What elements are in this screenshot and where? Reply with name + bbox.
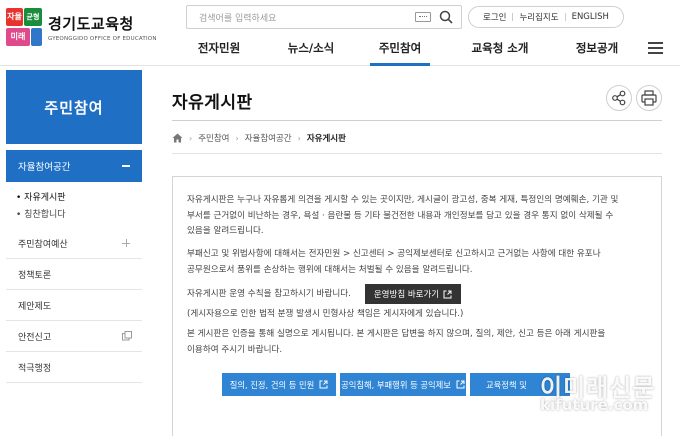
- share-icon: [612, 90, 626, 106]
- sitemap-link[interactable]: 누리집지도: [513, 11, 564, 23]
- sidebar-banner: 주민참여: [6, 70, 142, 144]
- sidebar-sub-list: • 자유게시판 • 칭찬합니다: [6, 182, 142, 228]
- hamburger-menu-icon[interactable]: [648, 42, 663, 54]
- share-button[interactable]: [606, 85, 632, 111]
- expand-icon: [122, 239, 130, 247]
- site-logo[interactable]: 자율 균형 미래 경기도교육청 GYEONGGIDO OFFICE OF EDU…: [6, 7, 157, 47]
- sidebar-sub-item-praise[interactable]: • 칭찬합니다: [16, 207, 142, 224]
- breadcrumb-item[interactable]: 주민참여: [198, 132, 229, 144]
- title-divider: [172, 120, 662, 121]
- notice-paragraph-2: 부패신고 및 위법사항에 대해서는 전자민원 > 신고센터 > 공익제보센터로 …: [187, 249, 601, 275]
- public-interest-report-button[interactable]: 공익침해, 부패행위 등 공익제보: [340, 373, 466, 396]
- utility-links: 로그인 누리집지도 ENGLISH: [468, 6, 624, 28]
- notice-paragraph-4: (게시자용으로 인한 법적 분쟁 발생시 민형사상 책임은 게시자에게 있습니다…: [187, 309, 464, 319]
- new-window-icon: [122, 331, 132, 341]
- sidebar-sub-item-free-board[interactable]: • 자유게시판: [16, 190, 142, 207]
- sidebar-menu: 자율참여공간 • 자유게시판 • 칭찬합니다 주민참여예산 정책토론 제안제도 …: [6, 150, 142, 383]
- logo-mark-jayul: 자율: [6, 8, 23, 26]
- breadcrumb: › 주민참여 › 자율참여공간 › 자유게시판: [172, 131, 346, 145]
- logo-title: 경기도교육청: [48, 14, 134, 33]
- chevron-right-icon: ›: [235, 133, 239, 143]
- logo-mark-block: [31, 28, 42, 46]
- print-button[interactable]: [636, 85, 662, 111]
- external-link-icon: [456, 380, 465, 389]
- notice-paragraph-5: 본 게시판은 인증을 통해 실명으로 게시됩니다. 본 게시판은 답변을 하지 …: [187, 329, 606, 355]
- nav-item-about[interactable]: 교육청 소개: [460, 38, 540, 66]
- sidebar-item-label: 자율참여공간: [18, 162, 71, 173]
- nav-item-disclosure[interactable]: 정보공개: [562, 38, 632, 66]
- collapse-icon: [122, 165, 130, 167]
- keyboard-icon[interactable]: [415, 12, 431, 22]
- search-icon[interactable]: [439, 10, 453, 24]
- logo-mark-gyunhyeong: 균형: [24, 8, 42, 26]
- search-box: [186, 5, 462, 30]
- sidebar-item-free-participation[interactable]: 자율참여공간: [6, 150, 142, 182]
- login-link[interactable]: 로그인: [477, 11, 512, 23]
- notice-paragraph-1: 자유게시판은 누구나 자유롭게 의견을 게시할 수 있는 곳이지만, 게시글이 …: [187, 195, 619, 237]
- nav-item-news[interactable]: 뉴스/소식: [282, 38, 340, 66]
- logo-mark: 자율 균형 미래: [6, 8, 42, 46]
- guide-link-button[interactable]: 운영방침 바로가기: [365, 284, 461, 304]
- breadcrumb-item[interactable]: 자율참여공간: [245, 132, 292, 144]
- search-input[interactable]: [187, 8, 407, 30]
- news-watermark: 이미래신문 kifuture.com: [510, 368, 680, 436]
- external-link-icon: [319, 380, 328, 389]
- main-nav: 전자민원 뉴스/소식 주민참여 교육청 소개 정보공개: [186, 38, 632, 66]
- sidebar-item-proposal[interactable]: 제안제도: [6, 290, 142, 321]
- breadcrumb-current: 자유게시판: [306, 134, 346, 144]
- page-title: 자유게시판: [172, 93, 253, 113]
- nav-item-e-civil[interactable]: 전자민원: [186, 38, 252, 66]
- chevron-right-icon: ›: [189, 133, 193, 143]
- sidebar-item-budget[interactable]: 주민참여예산: [6, 228, 142, 259]
- sidebar-item-safety-report[interactable]: 안전신고: [6, 321, 142, 352]
- external-link-icon: [443, 290, 452, 298]
- watermark-url: kifuture.com: [540, 396, 649, 414]
- printer-icon: [641, 90, 657, 106]
- sidebar-item-policy-debate[interactable]: 정책토론: [6, 259, 142, 290]
- nav-item-participation[interactable]: 주민참여: [370, 38, 430, 66]
- civil-complaint-button[interactable]: 질의, 진정, 건의 등 민원: [222, 373, 336, 396]
- english-link[interactable]: ENGLISH: [566, 12, 615, 22]
- sidebar-item-proactive-admin[interactable]: 적극행정: [6, 352, 142, 383]
- breadcrumb-divider: [172, 153, 662, 154]
- home-icon[interactable]: [172, 133, 183, 143]
- logo-mark-mirae: 미래: [6, 28, 30, 46]
- chevron-right-icon: ›: [297, 133, 301, 143]
- logo-subtitle: GYEONGGIDO OFFICE OF EDUCATION: [48, 35, 157, 42]
- site-header: 자율 균형 미래 경기도교육청 GYEONGGIDO OFFICE OF EDU…: [0, 0, 680, 66]
